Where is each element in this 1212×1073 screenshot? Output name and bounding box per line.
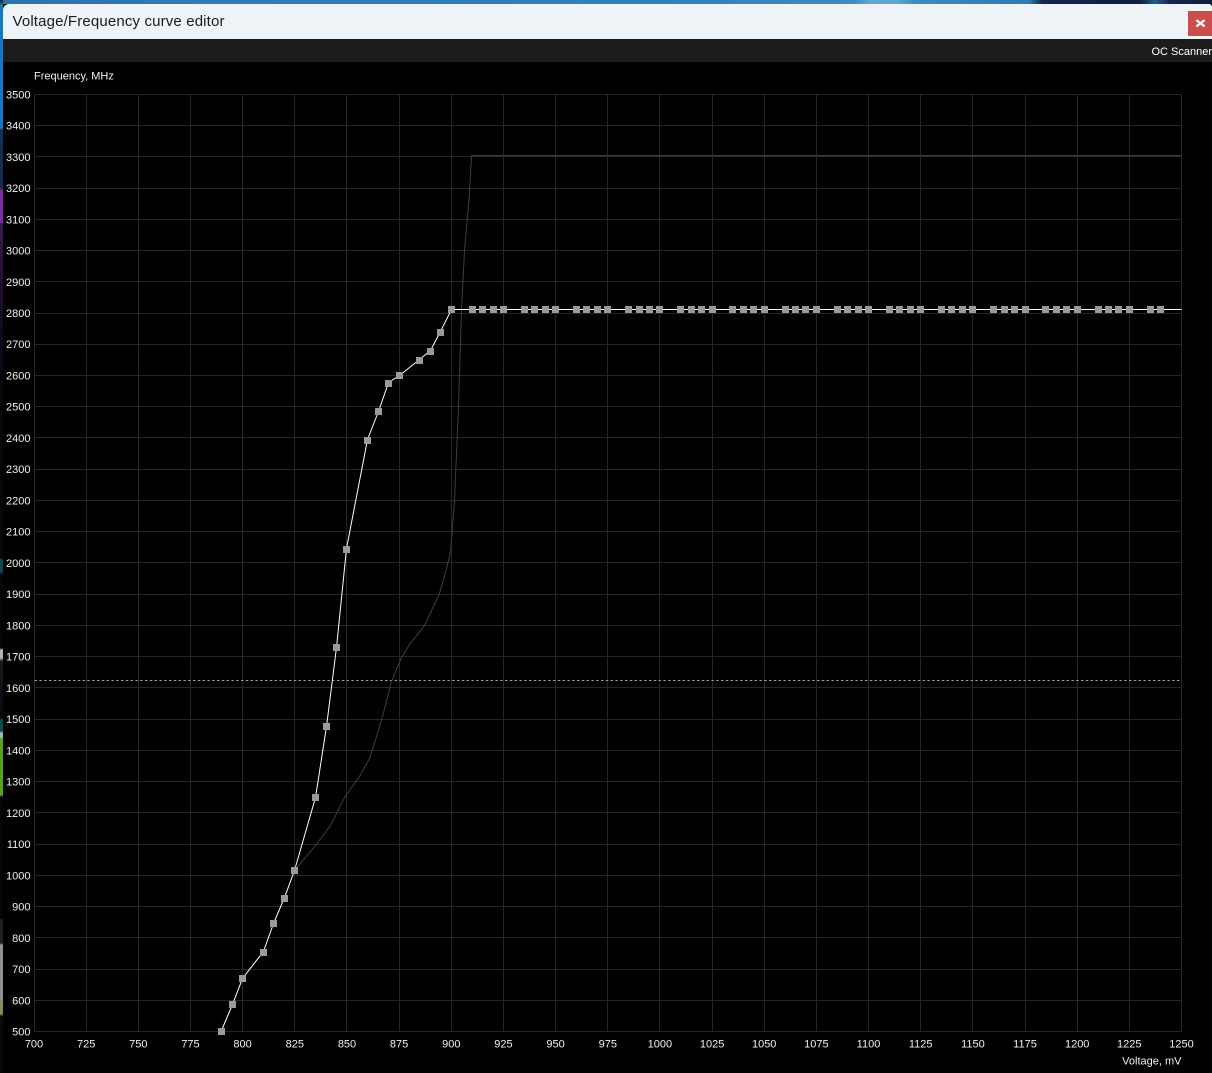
svg-text:1100: 1100 — [7, 839, 31, 851]
svg-text:Frequency, MHz: Frequency, MHz — [34, 71, 114, 83]
svg-text:600: 600 — [12, 995, 30, 1007]
svg-text:750: 750 — [129, 1039, 147, 1051]
svg-text:1000: 1000 — [6, 870, 30, 882]
svg-text:1150: 1150 — [961, 1039, 985, 1051]
svg-text:2000: 2000 — [6, 558, 30, 570]
svg-text:2600: 2600 — [6, 371, 30, 383]
svg-text:1700: 1700 — [6, 652, 30, 664]
svg-text:1400: 1400 — [6, 745, 30, 757]
svg-text:1225: 1225 — [1117, 1039, 1141, 1051]
svg-text:2200: 2200 — [6, 496, 30, 508]
svg-text:700: 700 — [12, 964, 30, 976]
svg-text:875: 875 — [390, 1039, 408, 1051]
svg-text:2400: 2400 — [6, 433, 30, 445]
svg-text:975: 975 — [599, 1039, 617, 1051]
svg-text:1000: 1000 — [648, 1039, 672, 1051]
svg-text:1250: 1250 — [1169, 1039, 1193, 1051]
svg-text:1100: 1100 — [857, 1039, 881, 1051]
svg-text:700: 700 — [25, 1039, 43, 1051]
svg-text:500: 500 — [12, 1027, 30, 1039]
svg-text:1900: 1900 — [6, 589, 30, 601]
svg-text:1300: 1300 — [6, 777, 30, 789]
svg-text:725: 725 — [77, 1039, 95, 1051]
svg-text:900: 900 — [442, 1039, 460, 1051]
svg-text:1175: 1175 — [1013, 1039, 1037, 1051]
svg-text:2900: 2900 — [6, 277, 30, 289]
svg-text:850: 850 — [338, 1039, 356, 1051]
svg-text:1050: 1050 — [752, 1039, 776, 1051]
svg-text:800: 800 — [12, 933, 30, 945]
svg-text:1200: 1200 — [6, 808, 30, 820]
svg-text:2100: 2100 — [6, 527, 30, 539]
svg-text:1800: 1800 — [6, 620, 30, 632]
svg-text:3000: 3000 — [6, 246, 30, 258]
svg-text:1025: 1025 — [700, 1039, 724, 1051]
svg-text:3100: 3100 — [6, 214, 30, 226]
svg-text:825: 825 — [286, 1039, 304, 1051]
svg-text:2500: 2500 — [6, 402, 30, 414]
svg-text:3300: 3300 — [6, 152, 30, 164]
svg-text:3500: 3500 — [6, 89, 30, 101]
svg-text:800: 800 — [233, 1039, 251, 1051]
svg-text:1200: 1200 — [1065, 1039, 1089, 1051]
svg-text:775: 775 — [181, 1039, 199, 1051]
svg-text:1600: 1600 — [6, 683, 30, 695]
svg-text:1125: 1125 — [909, 1039, 933, 1051]
svg-text:900: 900 — [12, 902, 30, 914]
svg-text:2800: 2800 — [6, 308, 30, 320]
svg-text:950: 950 — [546, 1039, 564, 1051]
svg-text:3400: 3400 — [6, 121, 30, 133]
svg-text:1075: 1075 — [804, 1039, 828, 1051]
svg-text:3200: 3200 — [6, 183, 30, 195]
svg-text:925: 925 — [494, 1039, 512, 1051]
svg-text:Voltage, mV: Voltage, mV — [1122, 1056, 1182, 1068]
svg-text:2300: 2300 — [6, 464, 30, 476]
svg-text:2700: 2700 — [6, 339, 30, 351]
svg-text:1500: 1500 — [6, 714, 30, 726]
